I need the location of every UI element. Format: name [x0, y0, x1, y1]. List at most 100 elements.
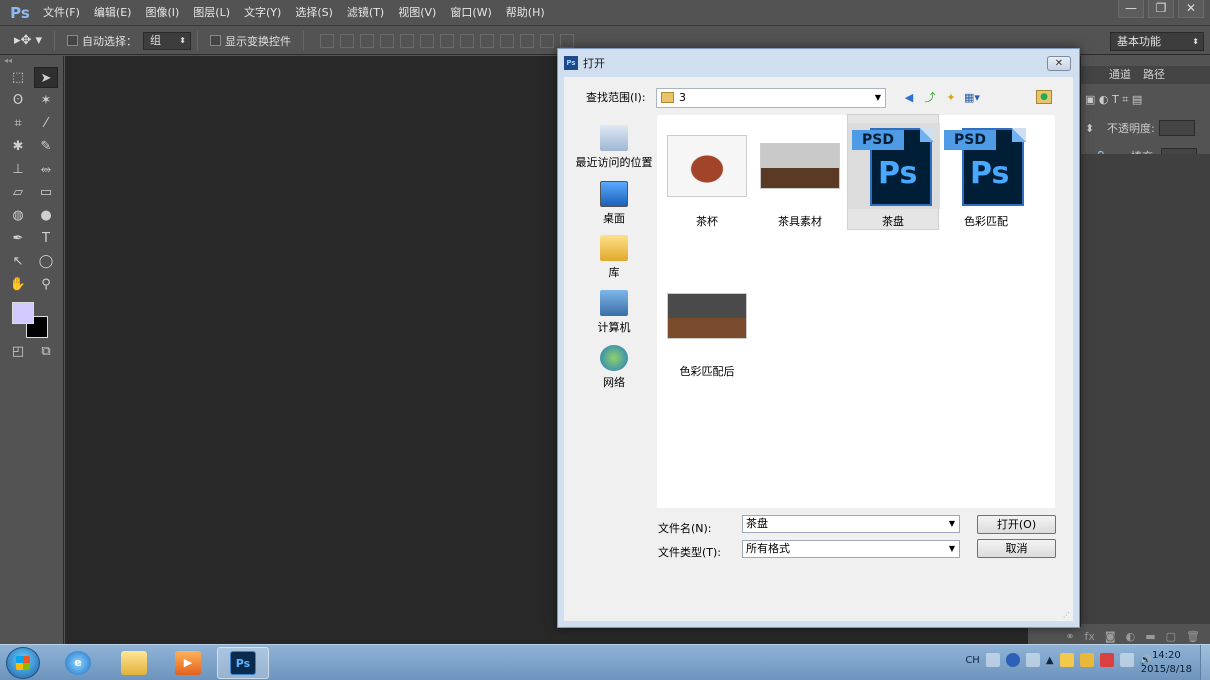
file-item[interactable]: PSD Ps 色彩匹配 [940, 123, 1032, 229]
file-item[interactable]: PSD Ps 茶盘 [847, 114, 940, 230]
minimize-button[interactable]: — [1118, 0, 1144, 18]
menu-layer[interactable]: 图层(L) [186, 2, 237, 24]
taskbar-app-explorer[interactable] [108, 647, 160, 679]
trash-icon[interactable]: 🗑 [1186, 630, 1200, 643]
filename-input[interactable]: 茶盘 ▼ [742, 515, 960, 533]
layers-list[interactable] [1081, 154, 1210, 624]
auto-select-checkbox[interactable] [67, 35, 78, 46]
menu-help[interactable]: 帮助(H) [499, 2, 552, 24]
distribute-right-icon[interactable] [540, 33, 554, 48]
align-hcenter-icon[interactable] [400, 33, 414, 48]
pen-tool-icon[interactable]: ✒ [6, 228, 30, 249]
type-tool-icon[interactable]: T [34, 228, 58, 249]
align-left-icon[interactable] [380, 33, 394, 48]
align-top-icon[interactable] [320, 33, 334, 48]
brush-tool-icon[interactable]: ✎ [34, 136, 58, 157]
healing-brush-tool-icon[interactable]: ✱ [6, 136, 30, 157]
blend-mode-dropdown[interactable]: ⬍ [1085, 122, 1107, 135]
taskbar-app-ie[interactable]: e [52, 647, 104, 679]
menu-view[interactable]: 视图(V) [391, 2, 443, 24]
gradient-tool-icon[interactable]: ▭ [34, 182, 58, 203]
filter-icons[interactable]: ▣ ◐ T ⌗ ▤ [1085, 93, 1142, 107]
start-button[interactable] [6, 647, 40, 679]
taskbar-app-media[interactable]: ▶ [162, 647, 214, 679]
hand-tool-icon[interactable]: ✋ [6, 274, 30, 295]
fx-icon[interactable]: fx [1085, 630, 1095, 643]
distribute-bottom-icon[interactable] [480, 33, 494, 48]
look-in-dropdown[interactable]: 3 ▼ [656, 88, 886, 108]
auto-select-dropdown[interactable]: 组 ⬍ [143, 31, 191, 50]
settings-icon[interactable] [1025, 653, 1040, 667]
up-folder-icon[interactable]: ⤴ [922, 90, 938, 106]
marquee-tool-icon[interactable]: ⬚ [6, 67, 30, 88]
qq-icon[interactable] [1059, 653, 1074, 667]
filetype-dropdown[interactable]: 所有格式 ▼ [742, 540, 960, 558]
menu-edit[interactable]: 编辑(E) [87, 2, 139, 24]
distribute-left-icon[interactable] [500, 33, 514, 48]
show-desktop-button[interactable] [1200, 645, 1210, 680]
restore-button[interactable]: ❐ [1148, 0, 1174, 18]
back-icon[interactable]: ◀ [901, 90, 917, 106]
tab-paths[interactable]: 路径 [1137, 66, 1171, 84]
taskbar-app-photoshop[interactable]: Ps [217, 647, 269, 679]
eyedropper-tool-icon[interactable]: ⁄ [34, 113, 58, 134]
menu-image[interactable]: 图像(I) [138, 2, 186, 24]
auto-align-icon[interactable] [560, 33, 574, 48]
menu-type[interactable]: 文字(Y) [237, 2, 288, 24]
place-desktop[interactable]: 桌面 [574, 181, 654, 226]
keyboard-icon[interactable] [985, 653, 1000, 667]
security-flag-icon[interactable] [1099, 653, 1114, 667]
language-indicator[interactable]: CH [965, 655, 980, 666]
open-button[interactable]: 打开(O) [977, 515, 1056, 534]
close-button[interactable]: ✕ [1178, 0, 1204, 18]
mask-icon[interactable]: ◙ [1105, 630, 1116, 643]
crop-tool-icon[interactable]: ⌗ [6, 113, 30, 134]
ellipse-tool-icon[interactable]: ◯ [34, 251, 58, 272]
network-icon[interactable] [1119, 653, 1134, 667]
panel-grip[interactable]: ◂◂ [0, 56, 63, 66]
dialog-close-button[interactable]: ✕ [1047, 56, 1071, 71]
menu-select[interactable]: 选择(S) [288, 2, 340, 24]
distribute-top-icon[interactable] [440, 33, 454, 48]
adjustment-icon[interactable]: ◐ [1126, 630, 1136, 643]
new-folder-icon[interactable]: ✦ [943, 90, 959, 106]
quick-mask-icon[interactable]: ◰ [6, 341, 30, 362]
place-library[interactable]: 库 [574, 235, 654, 280]
qq-icon-2[interactable] [1079, 653, 1094, 667]
show-transform-checkbox[interactable] [210, 35, 221, 46]
history-brush-tool-icon[interactable]: ⥈ [34, 159, 58, 180]
clock[interactable]: 14:20 2015/8/18 [1141, 649, 1192, 677]
show-hidden-icons[interactable]: ▲ [1046, 655, 1054, 666]
blur-tool-icon[interactable]: ◍ [6, 205, 30, 226]
resize-grip-icon[interactable]: ⋰ [1063, 611, 1071, 619]
align-vcenter-icon[interactable] [340, 33, 354, 48]
opacity-field[interactable] [1158, 120, 1195, 136]
help-icon[interactable] [1005, 653, 1020, 667]
dialog-titlebar[interactable]: Ps 打开 [558, 49, 1079, 77]
file-item[interactable]: 色彩匹配后 [661, 273, 753, 379]
clone-stamp-tool-icon[interactable]: ⊥ [6, 159, 30, 180]
new-layer-icon[interactable]: ▢ [1166, 630, 1176, 643]
menu-filter[interactable]: 滤镜(T) [340, 2, 391, 24]
eraser-tool-icon[interactable]: ▱ [6, 182, 30, 203]
distribute-hcenter-icon[interactable] [520, 33, 534, 48]
cancel-button[interactable]: 取消 [977, 539, 1056, 558]
group-folder-icon[interactable]: ▬ [1145, 630, 1155, 643]
align-bottom-icon[interactable] [360, 33, 374, 48]
dodge-tool-icon[interactable]: ● [34, 205, 58, 226]
view-menu-icon[interactable]: ▦▾ [964, 90, 980, 106]
screen-mode-icon[interactable]: ⧉ [34, 341, 58, 362]
menu-file[interactable]: 文件(F) [36, 2, 87, 24]
move-tool-icon[interactable]: ▸✥ ▾ [14, 33, 48, 48]
place-network[interactable]: 网络 [574, 345, 654, 390]
zoom-tool-icon[interactable]: ⚲ [34, 274, 58, 295]
place-recent[interactable]: 最近访问的位置 [574, 125, 654, 170]
path-selection-tool-icon[interactable]: ↖ [6, 251, 30, 272]
lasso-tool-icon[interactable]: ʘ [6, 90, 30, 111]
menu-window[interactable]: 窗口(W) [443, 2, 498, 24]
distribute-vcenter-icon[interactable] [460, 33, 474, 48]
foreground-color-swatch[interactable] [12, 302, 34, 324]
camera-raw-folder-icon[interactable]: ● [1036, 90, 1052, 104]
align-right-icon[interactable] [420, 33, 434, 48]
file-item[interactable]: 茶杯 [661, 123, 753, 229]
